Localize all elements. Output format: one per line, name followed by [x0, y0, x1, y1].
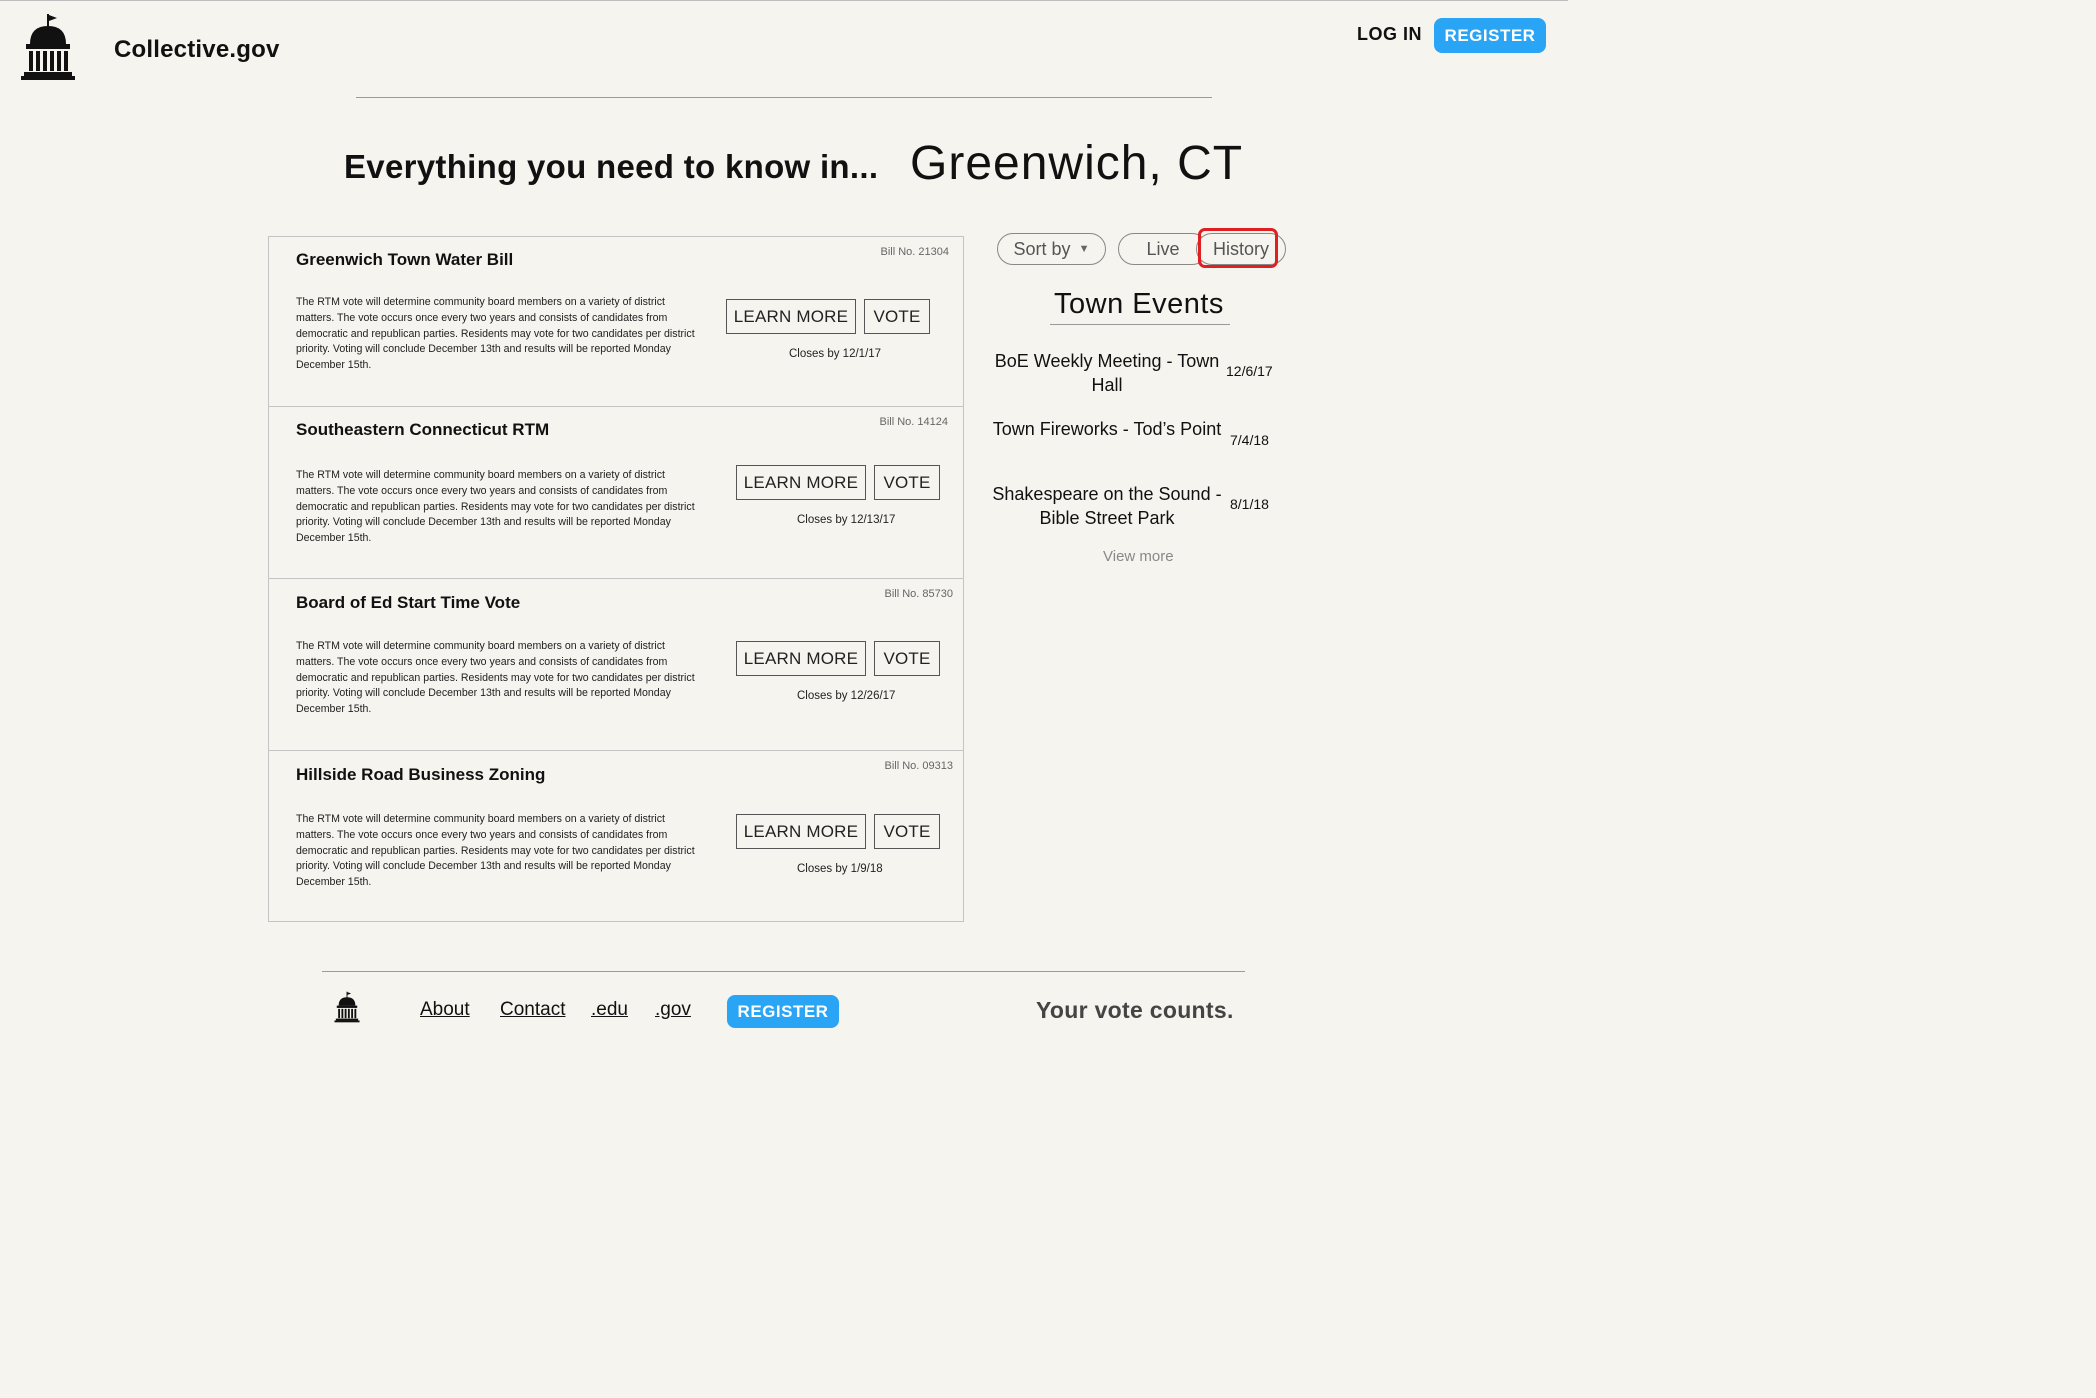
- bill-title: Hillside Road Business Zoning: [296, 765, 546, 784]
- bill-description: The RTM vote will determine community bo…: [296, 296, 695, 372]
- footer-link-contact[interactable]: Contact: [500, 999, 565, 1021]
- learn-more-button[interactable]: LEARN MORE: [736, 641, 866, 676]
- bill-description: The RTM vote will determine community bo…: [296, 813, 695, 889]
- bill-number: Bill No. 09313: [884, 760, 954, 772]
- footer-slogan: Your vote counts.: [1036, 997, 1234, 1023]
- hero-city: Greenwich, CT: [910, 137, 1244, 190]
- closes-date: Closes by 1/9/18: [797, 863, 883, 875]
- site-name[interactable]: Collective.gov: [114, 36, 280, 64]
- event-name[interactable]: Town Fireworks - Tod’s Point: [992, 417, 1222, 441]
- event-name[interactable]: BoE Weekly Meeting - Town Hall: [992, 349, 1222, 397]
- bill-card: Bill No. 85730 Board of Ed Start Time Vo…: [269, 579, 963, 751]
- closes-date: Closes by 12/26/17: [797, 690, 896, 702]
- town-events-underline: [1050, 324, 1230, 325]
- closes-date: Closes by 12/13/17: [797, 514, 896, 526]
- hero-heading: Everything you need to know in...: [344, 148, 879, 185]
- bill-title: Southeastern Connecticut RTM: [296, 420, 550, 439]
- bill-number: Bill No. 85730: [884, 588, 954, 600]
- event-date: 8/1/18: [1230, 496, 1269, 512]
- bill-title: Board of Ed Start Time Vote: [296, 593, 521, 612]
- bill-description: The RTM vote will determine community bo…: [296, 640, 695, 716]
- bill-card: Bill No. 14124 Southeastern Connecticut …: [269, 407, 963, 579]
- vote-button[interactable]: VOTE: [874, 465, 940, 500]
- bill-number: Bill No. 21304: [880, 246, 950, 258]
- top-border: [0, 0, 1568, 1]
- header-divider: [356, 97, 1212, 98]
- footer-register-button[interactable]: REGISTER: [727, 995, 839, 1028]
- vote-button[interactable]: VOTE: [874, 814, 940, 849]
- bill-title: Greenwich Town Water Bill: [296, 250, 514, 269]
- vote-button[interactable]: VOTE: [874, 641, 940, 676]
- event-date: 12/6/17: [1226, 363, 1273, 379]
- footer-link-gov[interactable]: .gov: [655, 999, 691, 1021]
- sort-by-label: Sort by: [1013, 238, 1071, 259]
- learn-more-button[interactable]: LEARN MORE: [736, 814, 866, 849]
- footer-link-about[interactable]: About: [420, 999, 470, 1021]
- bill-number: Bill No. 14124: [879, 416, 949, 428]
- capitol-building-icon[interactable]: [20, 14, 76, 80]
- live-tab[interactable]: Live: [1118, 233, 1208, 265]
- closes-date: Closes by 12/1/17: [789, 348, 882, 360]
- bill-list: Bill No. 21304 Greenwich Town Water Bill…: [268, 236, 964, 922]
- learn-more-button[interactable]: LEARN MORE: [736, 465, 866, 500]
- capitol-building-icon[interactable]: [334, 991, 360, 1023]
- history-highlight-box: [1198, 228, 1278, 268]
- caret-down-icon: ▼: [1078, 243, 1090, 255]
- vote-button[interactable]: VOTE: [864, 299, 930, 334]
- live-label: Live: [1146, 238, 1180, 259]
- bill-description: The RTM vote will determine community bo…: [296, 469, 695, 545]
- sort-by-dropdown[interactable]: Sort by ▼: [997, 233, 1106, 265]
- bill-card: Bill No. 09313 Hillside Road Business Zo…: [269, 751, 963, 921]
- footer-link-edu[interactable]: .edu: [591, 999, 628, 1021]
- login-button[interactable]: LOG IN: [1357, 24, 1422, 45]
- register-button[interactable]: REGISTER: [1434, 18, 1546, 53]
- footer-divider: [322, 971, 1245, 972]
- bill-card: Bill No. 21304 Greenwich Town Water Bill…: [269, 237, 963, 407]
- view-more-link[interactable]: View more: [1103, 548, 1174, 565]
- learn-more-button[interactable]: LEARN MORE: [726, 299, 856, 334]
- event-name[interactable]: Shakespeare on the Sound - Bible Street …: [992, 482, 1222, 530]
- event-date: 7/4/18: [1230, 432, 1269, 448]
- town-events-title: Town Events: [1054, 288, 1224, 320]
